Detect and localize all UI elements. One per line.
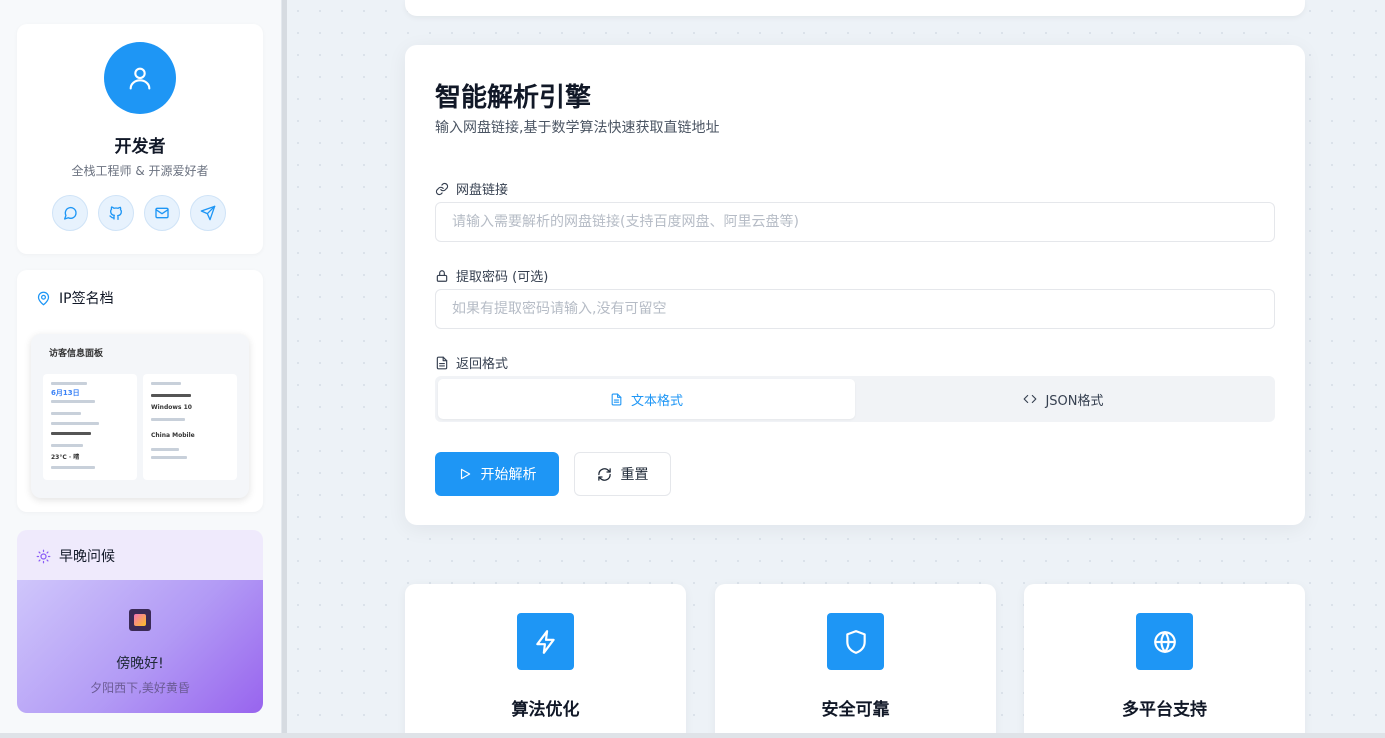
lock-icon [436,269,448,282]
mail-icon[interactable] [144,195,180,231]
greeting-subtext: 夕阳西下,美好黄昏 [90,681,190,695]
social-links [52,195,226,231]
reset-button[interactable]: 重置 [574,452,671,496]
link-icon [435,182,449,195]
globe-icon [1136,613,1193,670]
send-icon[interactable] [190,195,226,231]
play-icon [460,468,470,480]
format-option-text[interactable]: 文本格式 [438,379,855,419]
ip-card-title: IP签名档 [59,291,114,307]
file-icon [436,356,448,369]
profile-name: 开发者 [114,137,166,157]
refresh-icon [597,467,611,481]
start-parse-button[interactable]: 开始解析 [435,452,559,496]
greeting-message: 傍晚好! [116,656,164,672]
share-link-input[interactable] [435,202,1275,242]
ip-card-header: IP签名档 [36,288,114,308]
ip-signature-card: IP签名档 访客信息面板 6月13日 23°C · 晴 Windows 10 C… [17,270,263,512]
location-pin-icon [37,291,50,305]
top-card-edge [405,0,1305,16]
user-avatar-icon [104,42,176,114]
engine-subtitle: 输入网盘链接,基于数学算法快速获取直链地址 [435,120,720,136]
github-icon[interactable] [98,195,134,231]
extract-password-input[interactable] [435,289,1275,329]
sun-icon [36,549,51,563]
greeting-header: 早晚问候 [17,530,263,580]
profile-card: 开发者 全栈工程师 & 开源爱好者 [17,24,263,254]
preview-title: 访客信息面板 [49,349,104,359]
link-field-label: 网盘链接 [435,179,508,198]
preview-weather: 23°C · 晴 [51,454,80,461]
format-option-json[interactable]: JSON格式 [855,379,1272,419]
file-text-icon [611,393,622,405]
feature-card-security: 安全可靠 [715,584,996,738]
format-field-label: 返回格式 [435,353,508,372]
feature-title: 多平台支持 [1122,700,1207,720]
password-field-label: 提取密码 (可选) [435,266,548,285]
horizontal-scrollbar[interactable] [0,733,1385,738]
preview-os: Windows 10 [151,404,192,411]
greeting-body: 傍晚好! 夕阳西下,美好黄昏 [17,580,263,713]
engine-title: 智能解析引擎 [435,83,592,113]
greeting-card: 早晚问候 傍晚好! 夕阳西下,美好黄昏 [17,530,263,713]
parse-engine-card: 智能解析引擎 输入网盘链接,基于数学算法快速获取直链地址 网盘链接 提取密码 (… [405,45,1305,525]
shield-icon [827,613,884,670]
lightning-icon [517,613,574,670]
feature-title: 安全可靠 [821,700,890,720]
greeting-title: 早晚问候 [59,549,115,565]
feature-card-algorithm: 算法优化 [405,584,686,738]
sunset-icon [129,609,151,631]
preview-date: 6月13日 [51,389,80,397]
sidebar: 开发者 全栈工程师 & 开源爱好者 IP签名档 访客信息面板 6月13日 23°… [0,0,282,738]
code-icon [1024,394,1037,404]
feature-card-multiplatform: 多平台支持 [1024,584,1305,738]
format-toggle: 文本格式 JSON格式 [435,376,1275,422]
feature-title: 算法优化 [511,700,580,720]
preview-isp: China Mobile [151,432,195,439]
preview-left-panel: 6月13日 23°C · 晴 [43,374,137,480]
ip-signature-preview[interactable]: 访客信息面板 6月13日 23°C · 晴 Windows 10 China M… [31,334,249,498]
preview-right-panel: Windows 10 China Mobile [143,374,237,480]
chat-icon[interactable] [52,195,88,231]
profile-role: 全栈工程师 & 开源爱好者 [71,164,209,178]
